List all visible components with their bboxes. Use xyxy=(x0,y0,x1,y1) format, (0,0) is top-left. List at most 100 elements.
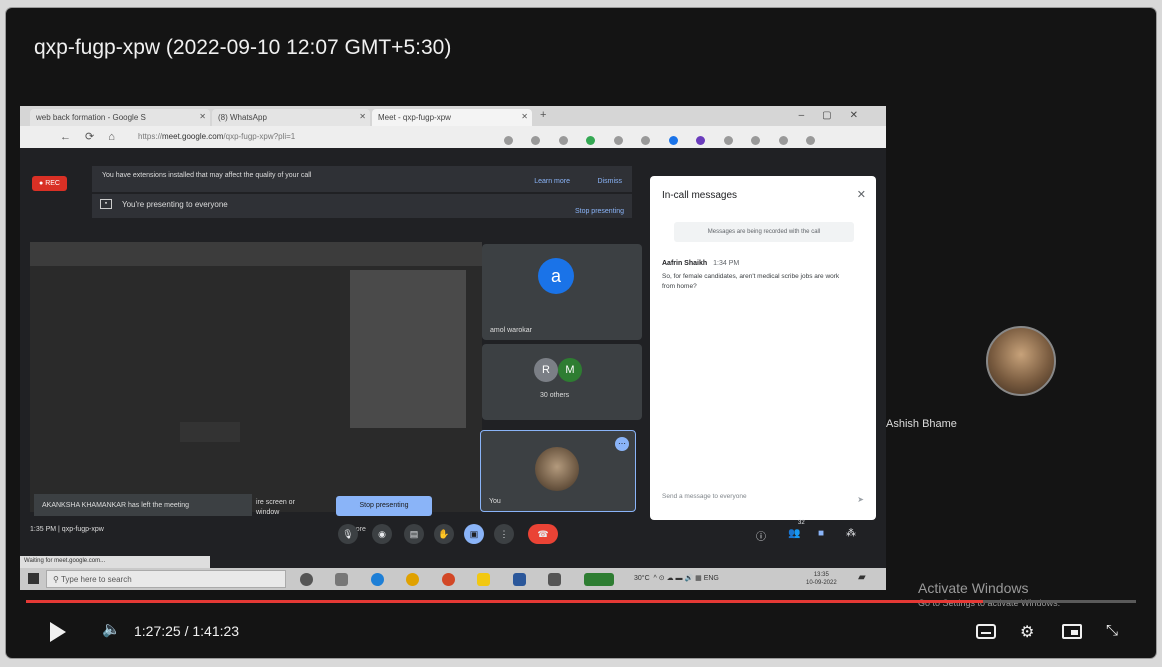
task-view-icon[interactable] xyxy=(300,573,313,587)
participant-name: Ashish Bhame xyxy=(886,418,957,430)
extension-icon[interactable] xyxy=(586,136,596,145)
close-icon[interactable]: ✕ xyxy=(857,188,866,201)
message-sender: Aafrin Shaikh 1:34 PM xyxy=(662,260,739,267)
participant-name: amol warokar xyxy=(490,327,533,334)
extension-icon[interactable] xyxy=(696,136,706,145)
extension-icon[interactable] xyxy=(751,136,761,145)
meeting-info: 1:35 PM | qxp-fugp-xpw xyxy=(30,526,104,533)
browser-tab-whatsapp[interactable]: (8) WhatsApp ✕ xyxy=(212,109,370,126)
extension-icon[interactable] xyxy=(558,136,568,145)
taskbar-search[interactable]: ⚲ Type here to search xyxy=(46,570,286,588)
present-icon[interactable]: ▣ xyxy=(464,524,484,544)
extension-icon[interactable] xyxy=(778,136,788,145)
present-screen-icon: ▪ xyxy=(100,199,112,209)
more-options-icon[interactable]: ⋯ xyxy=(615,437,629,451)
captions-icon[interactable]: ▤ xyxy=(404,524,424,544)
participant-tile-amol[interactable]: a amol warokar xyxy=(482,244,642,340)
excel-icon[interactable] xyxy=(583,573,614,587)
mic-icon[interactable]: 🎙 xyxy=(338,524,358,544)
learn-more-link[interactable]: Learn more xyxy=(534,178,570,185)
share-dialog-text: ire screen or window xyxy=(256,498,295,518)
extension-icon[interactable] xyxy=(531,136,541,145)
close-icon[interactable]: ✕ xyxy=(521,112,528,121)
play-icon[interactable] xyxy=(50,622,66,642)
taskbar-clock: 13:35 10-09-2022 xyxy=(806,571,837,587)
rec-label: REC xyxy=(45,180,60,187)
avatar: M xyxy=(558,358,582,382)
message-time: 1:34 PM xyxy=(713,260,740,267)
extension-icon[interactable] xyxy=(723,136,733,145)
browser-tab-search[interactable]: web back formation - Google S ✕ xyxy=(30,109,210,126)
app-icon[interactable] xyxy=(441,573,455,587)
people-icon[interactable]: 👥 xyxy=(788,528,800,539)
dismiss-link[interactable]: Dismiss xyxy=(598,178,623,185)
progress-bar[interactable] xyxy=(26,600,1136,603)
extension-icon[interactable] xyxy=(805,136,815,145)
send-icon[interactable]: ➤ xyxy=(857,495,864,504)
recording-note: Messages are being recorded with the cal… xyxy=(674,222,854,242)
rec-badge: ● REC xyxy=(32,176,67,191)
exit-fullscreen-icon[interactable]: ⤡ xyxy=(1106,622,1118,639)
more-options-icon[interactable]: ⋮ xyxy=(494,524,514,544)
presenting-banner: ▪ You're presenting to everyone Stop pre… xyxy=(92,194,632,218)
extension-icons[interactable] xyxy=(504,132,829,145)
clock-date: 10-09-2022 xyxy=(806,580,837,586)
close-icon[interactable]: ✕ xyxy=(359,112,366,121)
extension-icon[interactable] xyxy=(668,136,678,145)
folder-icon[interactable] xyxy=(477,573,491,587)
camera-icon[interactable]: ◉ xyxy=(372,524,392,544)
notifications-icon[interactable]: ▰ xyxy=(858,572,866,583)
stop-presenting-button[interactable]: Stop presenting xyxy=(336,496,432,516)
tab-label: web back formation - Google S xyxy=(36,113,146,122)
browser-tab-bar: web back formation - Google S ✕ (8) What… xyxy=(20,106,886,126)
video-title: qxp-fugp-xpw (2022-09-10 12:07 GMT+5:30) xyxy=(34,36,452,59)
window-controls[interactable]: –▢✕ xyxy=(799,110,876,121)
end-call-button[interactable]: ☎ xyxy=(528,524,558,544)
url-display[interactable]: https://meet.google.com/qxp-fugp-xpw?pli… xyxy=(138,132,295,141)
avatar xyxy=(986,326,1056,396)
video-player[interactable]: qxp-fugp-xpw (2022-09-10 12:07 GMT+5:30)… xyxy=(6,8,1156,658)
extension-icon[interactable] xyxy=(641,136,651,145)
app-icon[interactable] xyxy=(548,573,562,587)
system-tray[interactable]: 30°C ^ ⊙ ☁ ▬ 🔊 ▦ ENG xyxy=(634,574,719,582)
participant-tile-you[interactable]: ⋯ You xyxy=(480,430,636,512)
participant-tile-others[interactable]: R M 30 others xyxy=(482,344,642,420)
presented-content xyxy=(30,242,482,512)
dialog-line: ire screen or xyxy=(256,499,295,506)
browser-tab-meet[interactable]: Meet - qxp-fugp-xpw ✕ xyxy=(372,109,532,126)
miniplayer-icon[interactable] xyxy=(1062,624,1082,639)
gear-icon[interactable]: ⚙ xyxy=(1020,622,1034,642)
widgets-icon[interactable] xyxy=(335,573,349,587)
participant-name: You xyxy=(489,498,501,505)
presented-box xyxy=(180,422,240,442)
windows-start-icon[interactable] xyxy=(28,573,39,584)
meeting-time: 1:35 PM xyxy=(30,526,57,533)
player-controls: 🔈 1:27:25 / 1:41:23 ⚙ ⤡ xyxy=(6,614,1156,654)
people-count: 32 xyxy=(798,520,805,526)
info-icon[interactable]: ⓘ xyxy=(756,528,766,543)
dialog-line: window xyxy=(256,509,280,516)
message-input[interactable]: Send a message to everyone xyxy=(662,488,862,506)
volume-icon[interactable]: 🔈 xyxy=(102,620,121,638)
raise-hand-icon[interactable]: ✋ xyxy=(434,524,454,544)
nav-icons[interactable]: ←⟳⌂ xyxy=(60,130,129,143)
activities-icon[interactable]: ⁂ xyxy=(846,528,856,539)
extension-icon[interactable] xyxy=(504,136,513,145)
chat-icon[interactable]: ■ xyxy=(818,528,824,539)
new-tab-icon[interactable]: + xyxy=(540,109,546,121)
edge-icon[interactable] xyxy=(370,573,384,587)
chrome-icon[interactable] xyxy=(406,573,420,587)
language: ENG xyxy=(703,575,719,582)
presented-toolbar xyxy=(30,242,482,266)
weather-temp: 30°C xyxy=(634,575,650,582)
subtitles-icon[interactable] xyxy=(976,624,996,639)
extension-icon[interactable] xyxy=(613,136,623,145)
word-icon[interactable] xyxy=(512,573,526,587)
taskbar-apps[interactable] xyxy=(300,571,632,589)
search-placeholder: Type here to search xyxy=(60,575,132,584)
browser-status: Waiting for meet.google.com... xyxy=(20,556,210,568)
close-icon[interactable]: ✕ xyxy=(199,112,206,121)
stop-presenting-link[interactable]: Stop presenting xyxy=(575,208,624,215)
participant-left-toast: AKANKSHA KHAMANKAR has left the meeting xyxy=(34,494,252,516)
meet-controls-bar: 1:35 PM | qxp-fugp-xpw 🎙 ◉ ▤ ✋ ▣ ⋮ ☎ ⓘ 3… xyxy=(20,520,886,556)
